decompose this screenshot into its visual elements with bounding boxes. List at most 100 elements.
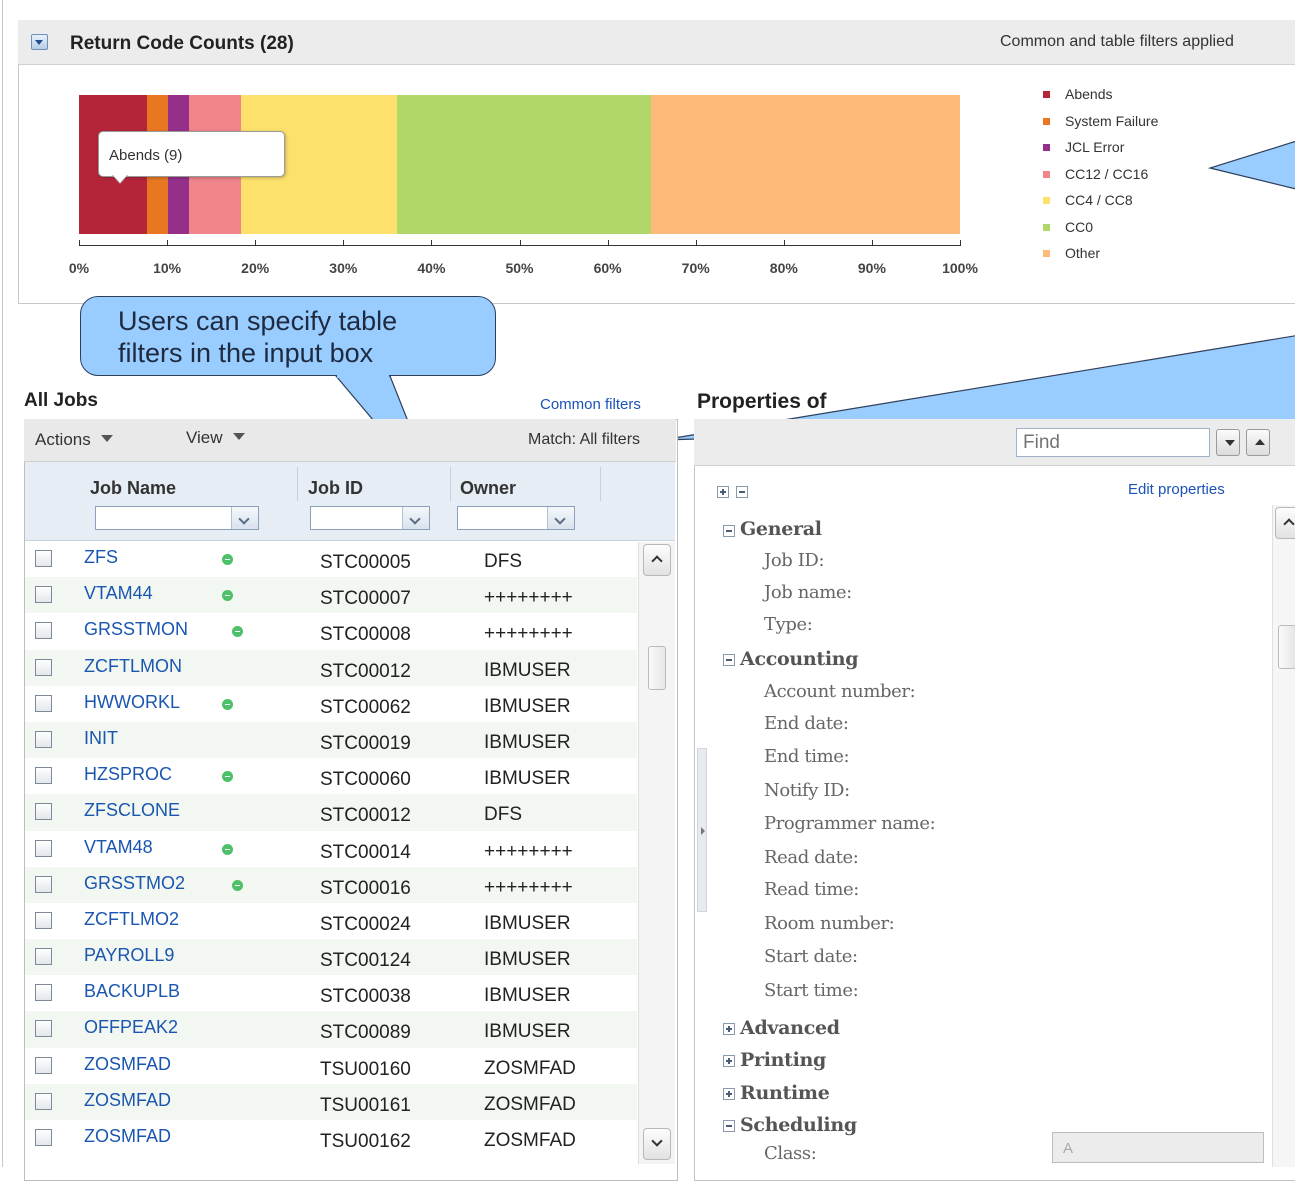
- table-row[interactable]: ZFS STC00005 DFS: [25, 541, 637, 577]
- column-header-owner[interactable]: Owner: [460, 478, 516, 499]
- job-name-link[interactable]: BACKUPLB: [84, 981, 180, 1002]
- table-row[interactable]: GRSSTMO2 STC00016 ++++++++: [25, 866, 637, 903]
- view-menu[interactable]: View: [186, 428, 245, 448]
- owner-filter-input[interactable]: [457, 506, 575, 530]
- job-name-link[interactable]: VTAM44: [84, 583, 153, 604]
- table-row[interactable]: INIT STC00019 IBMUSER: [25, 721, 637, 759]
- job-name-filter-input[interactable]: [95, 506, 259, 530]
- table-row[interactable]: ZOSMFAD TSU00160 ZOSMFAD: [25, 1048, 637, 1084]
- scroll-thumb[interactable]: [1278, 625, 1295, 669]
- class-value-field[interactable]: A: [1052, 1132, 1264, 1163]
- section-general[interactable]: General: [740, 518, 822, 540]
- scroll-up-button[interactable]: [643, 544, 671, 576]
- chevron-down-icon[interactable]: [547, 507, 574, 529]
- table-row[interactable]: ZCFTLMON STC00012 IBMUSER: [25, 649, 637, 686]
- job-name-link[interactable]: GRSSTMON: [84, 619, 188, 640]
- panel-splitter[interactable]: [697, 748, 707, 912]
- bar-segment-other[interactable]: [651, 95, 960, 234]
- collapse-all-icon[interactable]: [736, 486, 748, 498]
- expand-runtime-icon[interactable]: [723, 1088, 735, 1100]
- table-row[interactable]: HWWORKL STC00062 IBMUSER: [25, 686, 637, 722]
- job-name-link[interactable]: ZCFTLMON: [84, 656, 182, 677]
- job-name-link[interactable]: HZSPROC: [84, 764, 172, 785]
- job-name-link[interactable]: INIT: [84, 728, 118, 749]
- table-row[interactable]: ZOSMFAD TSU00161 ZOSMFAD: [25, 1083, 637, 1120]
- row-checkbox[interactable]: [35, 911, 52, 929]
- row-checkbox[interactable]: [35, 948, 52, 966]
- column-header-job-id[interactable]: Job ID: [308, 478, 363, 499]
- row-checkbox[interactable]: [35, 1020, 52, 1038]
- section-scheduling[interactable]: Scheduling: [740, 1114, 857, 1136]
- properties-scrollbar[interactable]: [1272, 505, 1295, 1167]
- column-header-job-name[interactable]: Job Name: [90, 478, 176, 499]
- job-name-link[interactable]: OFFPEAK2: [84, 1017, 178, 1038]
- job-name-link[interactable]: HWWORKL: [84, 692, 180, 713]
- table-row[interactable]: BACKUPLB STC00038 IBMUSER: [25, 975, 637, 1011]
- bar-segment-cc0[interactable]: [396, 95, 652, 234]
- common-filters-link[interactable]: Common filters: [540, 396, 641, 413]
- expand-advanced-icon[interactable]: [723, 1023, 735, 1035]
- active-status-icon: [222, 590, 233, 602]
- actions-menu[interactable]: Actions: [35, 430, 113, 450]
- row-checkbox[interactable]: [35, 767, 52, 785]
- expand-all-icon[interactable]: [717, 486, 729, 498]
- chevron-down-icon[interactable]: [231, 507, 258, 529]
- active-status-icon: [232, 626, 243, 638]
- job-name-link[interactable]: ZFS: [84, 547, 118, 568]
- job-name-link[interactable]: GRSSTMO2: [84, 873, 185, 894]
- collapse-scheduling-icon[interactable]: [723, 1120, 735, 1132]
- job-name-link[interactable]: VTAM48: [84, 837, 153, 858]
- job-name-link[interactable]: ZCFTLMO2: [84, 909, 179, 930]
- job-id-cell: STC00060: [320, 769, 411, 791]
- owner-cell: IBMUSER: [484, 1021, 571, 1043]
- expand-printing-icon[interactable]: [723, 1055, 735, 1067]
- section-runtime[interactable]: Runtime: [740, 1082, 830, 1104]
- collapse-general-icon[interactable]: [723, 525, 735, 537]
- job-name-link[interactable]: ZOSMFAD: [84, 1054, 171, 1075]
- row-checkbox[interactable]: [35, 550, 52, 567]
- row-checkbox[interactable]: [35, 586, 52, 604]
- scroll-down-button[interactable]: [643, 1128, 671, 1160]
- row-checkbox[interactable]: [35, 1129, 52, 1146]
- job-name-link[interactable]: ZOSMFAD: [84, 1090, 171, 1111]
- row-checkbox[interactable]: [35, 1092, 52, 1110]
- row-checkbox[interactable]: [35, 694, 52, 712]
- job-id-cell: TSU00160: [320, 1058, 411, 1080]
- row-checkbox[interactable]: [35, 622, 52, 640]
- column-divider: [600, 467, 601, 501]
- active-status-icon: [222, 843, 233, 855]
- job-id-filter-input[interactable]: [310, 506, 430, 530]
- jobs-scrollbar[interactable]: [638, 542, 675, 1164]
- row-checkbox[interactable]: [35, 658, 52, 676]
- table-row[interactable]: VTAM44 STC00007 ++++++++: [25, 577, 637, 614]
- table-row[interactable]: HZSPROC STC00060 IBMUSER: [25, 758, 637, 794]
- find-previous-button[interactable]: [1246, 429, 1270, 456]
- table-row[interactable]: GRSSTMON STC00008 ++++++++: [25, 613, 637, 649]
- section-accounting[interactable]: Accounting: [740, 648, 859, 670]
- find-next-button[interactable]: [1216, 429, 1240, 456]
- row-checkbox[interactable]: [35, 803, 52, 821]
- scroll-up-button[interactable]: [1275, 507, 1295, 539]
- job-name-link[interactable]: ZOSMFAD: [84, 1126, 171, 1147]
- collapse-accounting-icon[interactable]: [723, 654, 735, 666]
- table-row[interactable]: OFFPEAK2 STC00089 IBMUSER: [25, 1011, 637, 1048]
- row-checkbox[interactable]: [35, 839, 52, 857]
- chevron-down-icon[interactable]: [402, 507, 429, 529]
- table-row[interactable]: VTAM48 STC00014 ++++++++: [25, 831, 637, 867]
- job-name-link[interactable]: ZFSCLONE: [84, 800, 180, 821]
- section-advanced[interactable]: Advanced: [740, 1017, 840, 1039]
- row-checkbox[interactable]: [35, 1056, 52, 1074]
- table-row[interactable]: ZCFTLMO2 STC00024 IBMUSER: [25, 903, 637, 939]
- table-row[interactable]: ZOSMFAD TSU00162 ZOSMFAD: [25, 1120, 637, 1156]
- find-input[interactable]: [1016, 428, 1210, 457]
- job-name-link[interactable]: PAYROLL9: [84, 945, 174, 966]
- section-printing[interactable]: Printing: [740, 1049, 826, 1071]
- table-row[interactable]: ZFSCLONE STC00012 DFS: [25, 794, 637, 831]
- collapse-toggle-icon[interactable]: [31, 34, 48, 50]
- scroll-thumb[interactable]: [648, 646, 666, 690]
- edit-properties-link[interactable]: Edit properties: [1128, 481, 1225, 498]
- row-checkbox[interactable]: [35, 875, 52, 893]
- row-checkbox[interactable]: [35, 730, 52, 748]
- row-checkbox[interactable]: [35, 984, 52, 1002]
- table-row[interactable]: PAYROLL9 STC00124 IBMUSER: [25, 939, 637, 976]
